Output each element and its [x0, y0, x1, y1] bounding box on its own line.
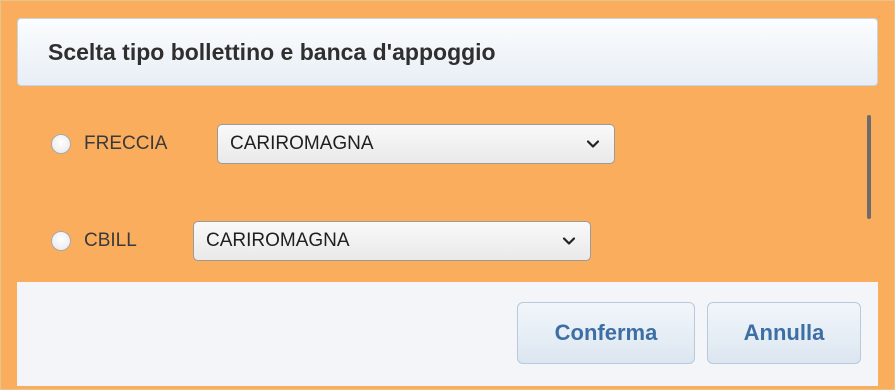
vertical-scrollbar[interactable]	[867, 115, 871, 219]
freccia-bank-value: CARIROMAGNA	[230, 133, 374, 154]
dialog-title: Scelta tipo bollettino e banca d'appoggi…	[48, 39, 496, 65]
option-row-cbill: CBILL CARIROMAGNA	[17, 221, 657, 261]
freccia-bank-select[interactable]: CARIROMAGNA	[217, 124, 615, 164]
options-panel: FRECCIA CARIROMAGNA CBILL CARIROMAGNA	[17, 86, 878, 282]
chevron-down-icon	[586, 140, 600, 148]
chevron-down-icon	[562, 237, 576, 245]
option-row-freccia: FRECCIA CARIROMAGNA	[17, 124, 657, 164]
confirm-button[interactable]: Conferma	[517, 302, 695, 364]
dialog-footer: Conferma Annulla	[17, 282, 878, 386]
freccia-radio[interactable]	[51, 134, 71, 154]
cbill-label[interactable]: CBILL	[84, 229, 137, 253]
cbill-bank-value: CARIROMAGNA	[206, 230, 350, 251]
cbill-bank-select[interactable]: CARIROMAGNA	[193, 221, 591, 261]
freccia-label[interactable]: FRECCIA	[84, 132, 167, 156]
dialog-title-bar: Scelta tipo bollettino e banca d'appoggi…	[17, 18, 878, 86]
cancel-button[interactable]: Annulla	[707, 302, 861, 364]
bank-selection-dialog: Scelta tipo bollettino e banca d'appoggi…	[0, 0, 895, 390]
cbill-radio[interactable]	[51, 231, 71, 251]
